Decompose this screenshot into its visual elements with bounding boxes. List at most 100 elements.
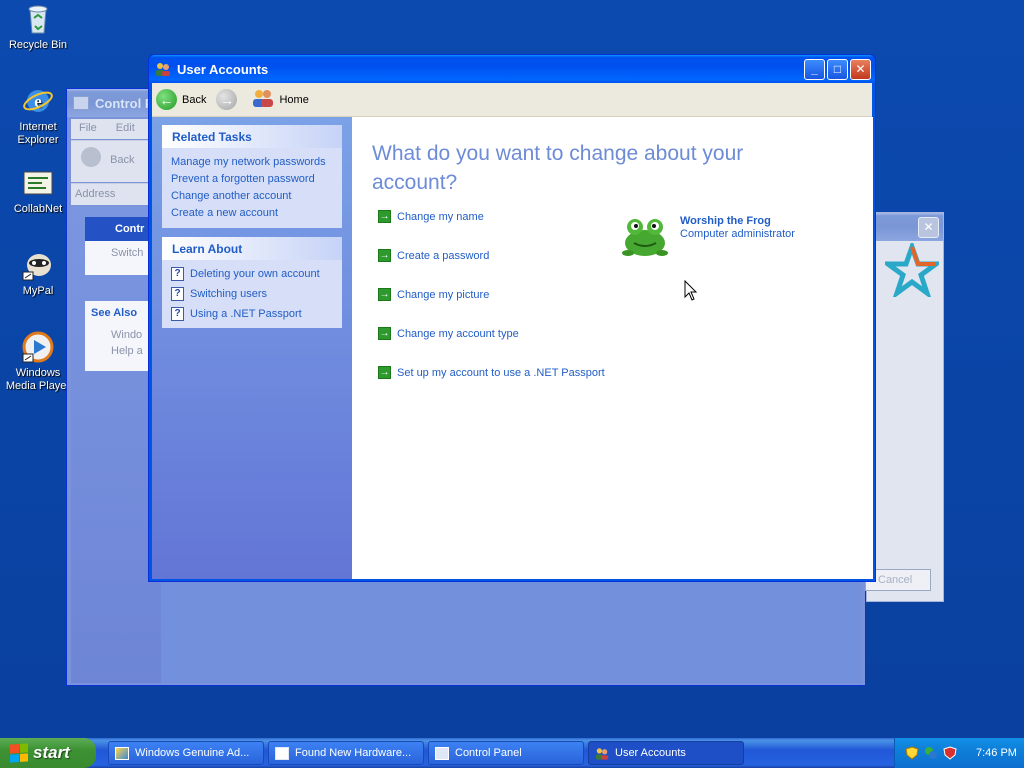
home-button[interactable]: Home <box>252 88 309 111</box>
taskbar-button-label: User Accounts <box>615 747 686 759</box>
security-shield-icon[interactable] <box>905 746 919 760</box>
help-icon: ? <box>171 287 184 301</box>
desktop-icon-label: MyPal <box>22 285 54 297</box>
star-logo-icon <box>880 239 944 300</box>
action-setup-net-passport[interactable]: → Set up my account to use a .NET Passpo… <box>378 366 605 379</box>
windows-media-player-icon <box>21 330 55 364</box>
menu-file[interactable]: File <box>79 122 97 134</box>
back-arrow-icon[interactable] <box>81 147 101 167</box>
forward-button[interactable]: → <box>216 89 242 110</box>
learn-about-link[interactable]: ? Using a .NET Passport <box>171 304 334 324</box>
account-name: Worship the Frog <box>680 215 771 227</box>
menu-edit[interactable]: Edit <box>116 122 135 134</box>
back-button[interactable]: ← Back <box>156 89 206 110</box>
close-icon[interactable]: ✕ <box>918 216 939 238</box>
learn-about-label: Switching users <box>190 288 268 300</box>
account-role: Computer administrator <box>680 228 795 240</box>
related-task-link[interactable]: Manage my network passwords <box>171 154 334 171</box>
learn-about-link[interactable]: ? Deleting your own account <box>171 264 334 284</box>
learn-about-list: ? Deleting your own account ? Switching … <box>162 260 342 328</box>
action-change-account-type[interactable]: → Change my account type <box>378 327 519 340</box>
taskbar-button-label: Found New Hardware... <box>295 747 412 759</box>
green-arrow-icon: → <box>378 366 391 379</box>
user-accounts-sidebar: Related Tasks Manage my network password… <box>152 117 352 579</box>
user-accounts-titlebar[interactable]: User Accounts _ □ ✕ <box>149 55 875 83</box>
windows-logo-icon <box>10 743 28 763</box>
desktop-icon-label: CollabNet <box>13 203 63 215</box>
control-panel-box-title: Contr <box>85 217 155 241</box>
cancel-label: Cancel <box>878 574 913 586</box>
related-task-link[interactable]: Prevent a forgotten password <box>171 171 334 188</box>
start-button[interactable]: start <box>0 738 96 768</box>
learn-about-title: Learn About <box>162 237 342 260</box>
background-dialog-titlebar[interactable]: ✕ <box>867 213 943 241</box>
user-accounts-icon <box>595 747 609 760</box>
control-panel-task-box: Contr Switch <box>85 217 155 275</box>
action-change-name[interactable]: → Change my name <box>378 210 484 223</box>
desktop-icon-collabnet[interactable]: CollabNet <box>0 166 76 216</box>
close-icon[interactable]: ✕ <box>850 58 871 80</box>
mouse-cursor-icon <box>684 279 698 305</box>
control-panel-back-label[interactable]: Back <box>110 154 134 166</box>
maximize-icon[interactable]: □ <box>827 58 848 80</box>
action-label: Create a password <box>397 249 490 262</box>
account-card: Worship the Frog Computer administrator <box>620 215 795 259</box>
control-panel-icon <box>435 746 449 760</box>
alert-shield-icon[interactable] <box>943 746 957 760</box>
desktop-icon-label: Recycle Bin <box>8 39 68 51</box>
control-panel-box-item[interactable]: Switch <box>91 247 149 259</box>
learn-about-label: Using a .NET Passport <box>190 308 302 320</box>
taskbar-button-label: Windows Genuine Ad... <box>135 747 250 759</box>
desktop-icon-windows-media-player[interactable]: Windows Media Player <box>0 330 76 393</box>
taskbar-button[interactable]: Control Panel <box>428 741 584 765</box>
help-icon: ? <box>171 267 184 281</box>
green-arrow-icon: → <box>378 327 391 340</box>
green-arrow-icon: → <box>378 249 391 262</box>
desktop-icon-label: Windows Media Player <box>5 367 71 392</box>
back-label: Back <box>182 93 207 106</box>
window-icon <box>275 746 289 760</box>
related-task-link[interactable]: Change another account <box>171 188 334 205</box>
user-accounts-navbar: ← Back → Home <box>152 83 872 117</box>
related-tasks-list: Manage my network passwords Prevent a fo… <box>162 148 342 228</box>
start-label: start <box>33 743 70 762</box>
control-panel-icon <box>73 96 89 110</box>
action-label: Change my picture <box>397 288 490 301</box>
user-accounts-icon <box>155 62 171 76</box>
see-also-item[interactable]: Windo <box>91 329 149 341</box>
background-dialog[interactable]: ✕ Cancel <box>865 212 944 602</box>
back-arrow-icon: ← <box>156 89 177 110</box>
learn-about-link[interactable]: ? Switching users <box>171 284 334 304</box>
genuine-advantage-icon <box>115 746 129 760</box>
home-label: Home <box>279 93 309 106</box>
collabnet-icon <box>21 166 55 200</box>
address-label: Address <box>75 188 116 200</box>
related-task-link[interactable]: Create a new account <box>171 205 334 222</box>
action-label: Change my name <box>397 210 484 223</box>
minimize-icon[interactable]: _ <box>804 58 825 80</box>
recycle-bin-icon <box>21 2 55 36</box>
taskbar-button-label: Control Panel <box>455 747 522 759</box>
action-label: Set up my account to use a .NET Passport <box>397 366 605 379</box>
action-change-picture[interactable]: → Change my picture <box>378 288 489 301</box>
taskbar-button[interactable]: Found New Hardware... <box>268 741 424 765</box>
forward-arrow-icon: → <box>216 89 238 110</box>
green-arrow-icon: → <box>378 288 391 301</box>
desktop-icon-mypal[interactable]: MyPal <box>0 248 76 298</box>
frog-avatar-icon <box>620 215 670 259</box>
clock[interactable]: 7:46 PM <box>976 747 1017 759</box>
desktop-icon-recycle-bin[interactable]: Recycle Bin <box>0 2 76 52</box>
user-accounts-window[interactable]: User Accounts _ □ ✕ ← Back → Home Relate… <box>148 54 876 582</box>
user-accounts-title: User Accounts <box>177 61 269 77</box>
taskbar-button-active[interactable]: User Accounts <box>588 741 744 765</box>
action-label: Change my account type <box>397 327 519 340</box>
network-icon[interactable] <box>924 746 938 760</box>
see-also-item[interactable]: Help a <box>91 345 149 357</box>
page-title: What do you want to change about your ac… <box>372 142 744 194</box>
help-icon: ? <box>171 307 184 321</box>
desktop-icon-internet-explorer[interactable]: e Internet Explorer <box>0 84 76 147</box>
green-arrow-icon: → <box>378 210 391 223</box>
learn-about-box: Learn About ? Deleting your own account … <box>162 237 342 328</box>
action-create-password[interactable]: → Create a password <box>378 249 489 262</box>
taskbar-button[interactable]: Windows Genuine Ad... <box>108 741 264 765</box>
